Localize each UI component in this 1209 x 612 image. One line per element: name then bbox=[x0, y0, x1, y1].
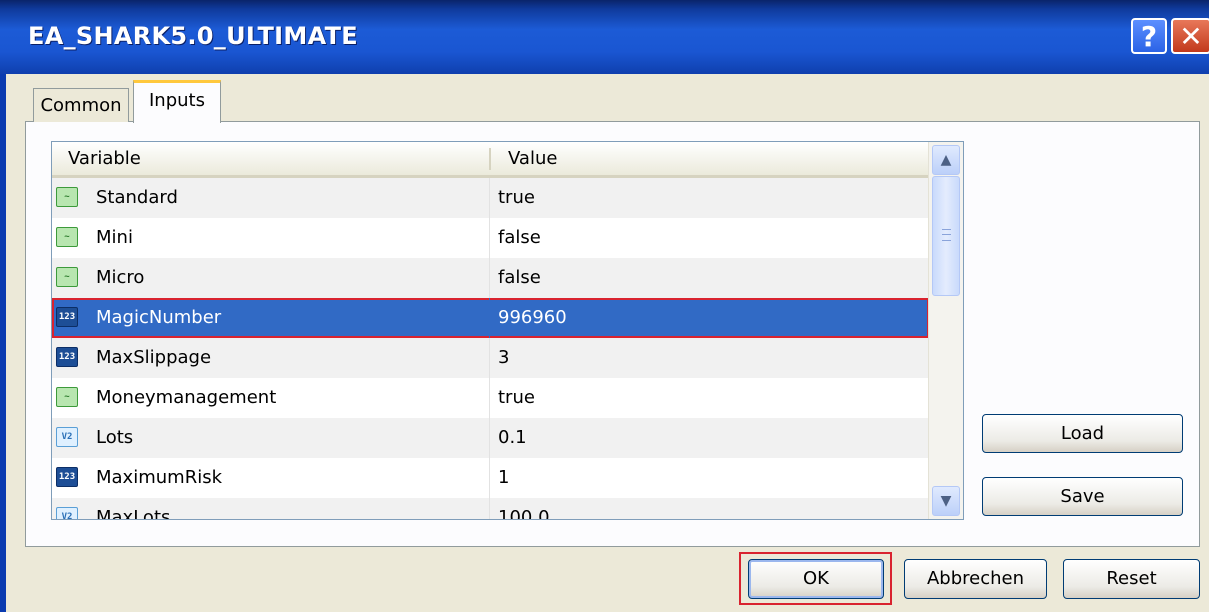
ok-button[interactable]: OK bbox=[748, 559, 884, 599]
table-row[interactable]: ~ Standard true bbox=[52, 178, 929, 218]
variable-name: Lots bbox=[96, 427, 134, 448]
help-icon[interactable]: ? bbox=[1131, 18, 1167, 54]
table-row[interactable]: 123 MaxSlippage 3 bbox=[52, 338, 929, 378]
reset-button[interactable]: Reset bbox=[1063, 559, 1200, 599]
variable-name: MaxSlippage bbox=[96, 347, 212, 368]
variable-name: Standard bbox=[96, 187, 178, 208]
variable-value[interactable]: 996960 bbox=[498, 298, 567, 338]
cell-divider bbox=[489, 498, 490, 519]
tab-inputs[interactable]: Inputs bbox=[133, 80, 221, 123]
title-bar[interactable]: EA_SHARK5.0_ULTIMATE ? ✕ bbox=[0, 0, 1209, 74]
cell-divider bbox=[489, 178, 490, 218]
variable-name: MaximumRisk bbox=[96, 467, 222, 488]
bool-icon: ~ bbox=[56, 227, 78, 247]
variable-value[interactable]: 1 bbox=[498, 458, 509, 498]
bool-icon: ~ bbox=[56, 267, 78, 287]
bool-icon: ~ bbox=[56, 187, 78, 207]
variable-name: Micro bbox=[96, 267, 145, 288]
table-row[interactable]: ~ Mini false bbox=[52, 218, 929, 258]
variable-name: Moneymanagement bbox=[96, 387, 277, 408]
table-row[interactable]: V2 MaxLots 100.0 bbox=[52, 498, 929, 520]
load-button[interactable]: Load bbox=[982, 414, 1183, 453]
table-row[interactable]: ~ Micro false bbox=[52, 258, 929, 298]
cell-divider bbox=[489, 218, 490, 258]
close-icon[interactable]: ✕ bbox=[1171, 18, 1209, 54]
grid-header: Variable Value bbox=[52, 142, 929, 178]
cancel-button[interactable]: Abbrechen bbox=[904, 559, 1047, 599]
window-title: EA_SHARK5.0_ULTIMATE bbox=[28, 22, 358, 50]
grid-rows: ~ Standard true ~ Mini false ~ Micro false 123 Mag… bbox=[52, 178, 929, 520]
double-icon: V2 bbox=[56, 507, 78, 519]
bool-icon: ~ bbox=[56, 387, 78, 407]
tab-common[interactable]: Common bbox=[33, 88, 129, 122]
cell-divider bbox=[489, 258, 490, 298]
inputs-grid: Variable Value ~ Standard true ~ Mini false ~ M… bbox=[51, 141, 964, 520]
table-row[interactable]: V2 Lots 0.1 bbox=[52, 418, 929, 458]
variable-value[interactable]: true bbox=[498, 178, 535, 218]
window-border bbox=[0, 74, 6, 612]
scroll-down-icon[interactable]: ▼ bbox=[932, 486, 960, 516]
variable-value[interactable]: 100.0 bbox=[498, 498, 550, 519]
column-header-variable[interactable]: Variable bbox=[68, 142, 141, 175]
variable-name: Mini bbox=[96, 227, 133, 248]
table-row[interactable]: ~ Moneymanagement true bbox=[52, 378, 929, 418]
int-icon: 123 bbox=[56, 347, 78, 367]
double-icon: V2 bbox=[56, 427, 78, 447]
int-icon: 123 bbox=[56, 467, 78, 487]
column-divider[interactable] bbox=[489, 148, 491, 170]
dialog-window: EA_SHARK5.0_ULTIMATE ? ✕ Common Inputs V… bbox=[0, 0, 1209, 612]
table-row[interactable]: 123 MaximumRisk 1 bbox=[52, 458, 929, 498]
cell-divider bbox=[489, 418, 490, 458]
scroll-thumb[interactable] bbox=[932, 176, 960, 296]
scroll-up-icon[interactable]: ▲ bbox=[932, 145, 960, 175]
cell-divider bbox=[489, 458, 490, 498]
variable-value[interactable]: 3 bbox=[498, 338, 509, 378]
grip-icon bbox=[942, 229, 951, 241]
variable-value[interactable]: false bbox=[498, 258, 541, 298]
cell-divider bbox=[489, 338, 490, 378]
cell-divider bbox=[489, 298, 490, 338]
vertical-scrollbar[interactable]: ▲ ▼ bbox=[928, 142, 963, 519]
variable-name: MagicNumber bbox=[96, 307, 222, 328]
int-icon: 123 bbox=[56, 307, 78, 327]
cell-divider bbox=[489, 378, 490, 418]
variable-value[interactable]: false bbox=[498, 218, 541, 258]
variable-name: MaxLots bbox=[96, 507, 171, 520]
column-header-value[interactable]: Value bbox=[508, 142, 557, 175]
variable-value[interactable]: 0.1 bbox=[498, 418, 527, 458]
table-row[interactable]: 123 MagicNumber 996960 bbox=[52, 298, 929, 338]
save-button[interactable]: Save bbox=[982, 477, 1183, 516]
variable-value[interactable]: true bbox=[498, 378, 535, 418]
